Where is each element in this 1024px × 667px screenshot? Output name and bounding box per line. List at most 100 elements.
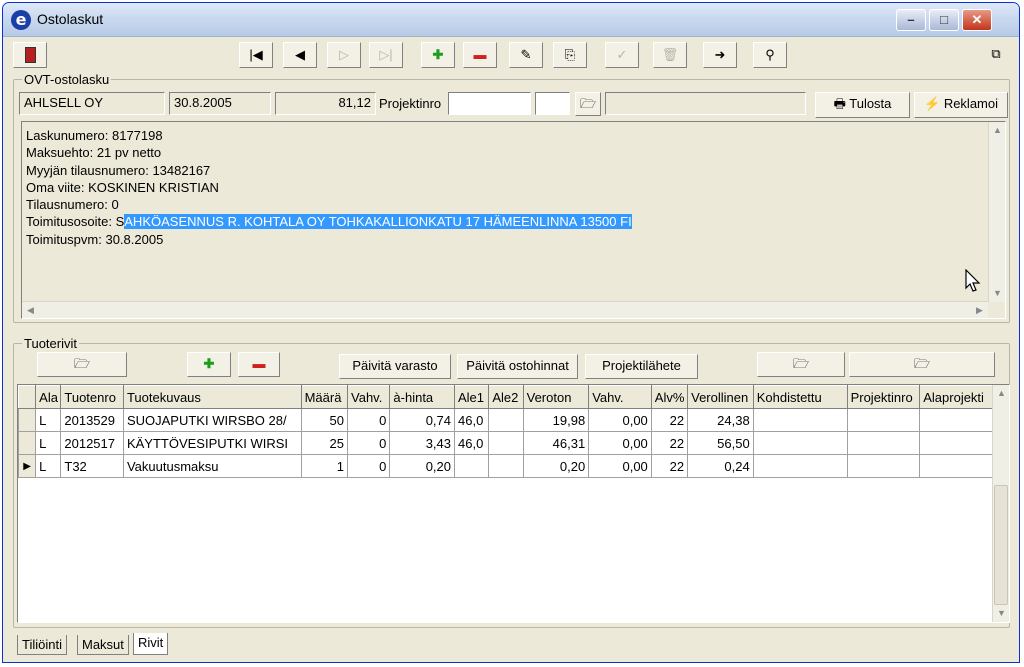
table-cell[interactable]: 2012517 [60, 431, 124, 455]
scroll-up-icon[interactable]: ▲ [993, 385, 1010, 402]
table-cell[interactable]: 3,43 [389, 431, 455, 455]
title-bar[interactable]: e Ostolaskut – □ ✕ [3, 3, 1019, 37]
table-cell[interactable] [488, 431, 524, 455]
table-cell[interactable]: 1 [300, 454, 349, 478]
scroll-down-icon[interactable]: ▼ [989, 285, 1006, 302]
column-header[interactable]: Ale1 [453, 385, 490, 409]
table-cell[interactable]: SUOJAPUTKI WIRSBO 28/ [122, 408, 302, 432]
column-header[interactable]: Ala [35, 385, 62, 409]
column-header[interactable]: Kohdistettu [752, 385, 848, 409]
project-send-button[interactable]: Projektilähete [585, 354, 698, 379]
table-cell[interactable]: Vakuutusmaksu [122, 454, 302, 478]
projektinro-input[interactable] [448, 92, 531, 115]
scroll-thumb[interactable] [994, 485, 1008, 605]
table-row[interactable]: ▶ L T32 Vakuutusmaksu 1 0 0,20 0,20 0,00… [17, 454, 993, 478]
table-cell[interactable]: 46,0 [453, 431, 490, 455]
delete-record-icon[interactable]: ▬ [463, 42, 497, 68]
table-cell[interactable]: 22 [650, 431, 689, 455]
folder-lookup-icon[interactable]: 🗁 [575, 92, 601, 116]
column-header[interactable]: à-hinta [389, 385, 455, 409]
table-cell[interactable] [919, 408, 993, 432]
current-row-indicator-icon[interactable]: ▶ [17, 454, 37, 478]
table-cell[interactable]: 46,0 [453, 408, 490, 432]
add-row-icon[interactable]: ✚ [187, 352, 231, 377]
update-stock-button[interactable]: Päivitä varasto [339, 354, 451, 379]
next-record-icon[interactable]: ▷ [327, 42, 361, 68]
table-cell[interactable]: 0,00 [588, 431, 652, 455]
minimize-button[interactable]: – [896, 9, 926, 31]
table-cell[interactable] [846, 431, 921, 455]
table-cell[interactable]: 0,20 [389, 454, 455, 478]
column-header[interactable]: Alv% [650, 385, 689, 409]
table-cell[interactable]: L [35, 408, 62, 432]
table-cell[interactable]: 0 [347, 408, 391, 432]
amount-field[interactable]: 81,12 [275, 92, 376, 115]
table-cell[interactable]: 2013529 [60, 408, 124, 432]
cascade-windows-icon[interactable]: ⧉ [981, 42, 1011, 68]
previous-record-icon[interactable]: ◀ [283, 42, 317, 68]
table-cell[interactable] [846, 454, 921, 478]
folder-icon[interactable]: 🗁 [757, 352, 845, 377]
scroll-down-icon[interactable]: ▼ [993, 605, 1010, 622]
table-cell[interactable]: 0,00 [588, 408, 652, 432]
complain-button[interactable]: ⚡ Reklamoi [914, 92, 1008, 118]
confirm-check-icon[interactable]: ✓ [605, 42, 639, 68]
table-cell[interactable]: 22 [650, 408, 689, 432]
table-cell[interactable] [752, 431, 848, 455]
table-cell[interactable] [488, 408, 524, 432]
column-header[interactable]: Määrä [300, 385, 349, 409]
table-cell[interactable] [752, 408, 848, 432]
table-cell[interactable]: 19,98 [522, 408, 590, 432]
column-header[interactable]: Tuotenro [60, 385, 124, 409]
column-header[interactable]: Alaprojekti [919, 385, 993, 409]
invoice-details-memo[interactable]: Laskunumero: 8177198 Maksuehto: 21 pv ne… [21, 121, 1006, 319]
table-cell[interactable] [488, 454, 524, 478]
table-cell[interactable]: 0 [347, 454, 391, 478]
scroll-left-icon[interactable]: ◀ [22, 302, 39, 319]
column-header[interactable]: Ale2 [488, 385, 524, 409]
export-document-icon[interactable]: ➜ [703, 42, 737, 68]
date-field[interactable]: 30.8.2005 [169, 92, 271, 115]
table-cell[interactable]: L [35, 431, 62, 455]
table-row[interactable]: L 2012517 KÄYTTÖVESIPUTKI WIRSI 25 0 3,4… [17, 431, 993, 455]
table-cell[interactable] [919, 454, 993, 478]
edit-pencil-icon[interactable]: ✎ [509, 42, 543, 68]
table-cell[interactable] [919, 431, 993, 455]
table-cell[interactable]: 50 [300, 408, 349, 432]
table-cell[interactable]: L [35, 454, 62, 478]
column-header[interactable]: Veroton [522, 385, 590, 409]
table-cell[interactable]: 0 [347, 431, 391, 455]
column-header[interactable]: Projektinro [846, 385, 921, 409]
column-header[interactable]: Tuotekuvaus [122, 385, 302, 409]
subproject-input[interactable] [535, 92, 570, 115]
print-button[interactable]: 🖶 Tulosta [815, 92, 910, 118]
table-cell[interactable]: 0,74 [389, 408, 455, 432]
table-cell[interactable] [846, 408, 921, 432]
scroll-right-icon[interactable]: ▶ [971, 302, 988, 319]
product-rows-table[interactable]: Ala Tuotenro Tuotekuvaus Määrä Vahv. à-h… [17, 384, 1010, 623]
folder-open-icon[interactable]: 🗁 [37, 352, 127, 377]
update-prices-button[interactable]: Päivitä ostohinnat [457, 354, 578, 379]
trash-icon[interactable]: 🗑 [653, 42, 687, 68]
column-header[interactable]: Vahv. [347, 385, 391, 409]
table-cell[interactable]: 0,00 [588, 454, 652, 478]
table-cell[interactable]: KÄYTTÖVESIPUTKI WIRSI [122, 431, 302, 455]
tab-rivit[interactable]: Rivit [133, 633, 169, 655]
first-record-icon[interactable]: |◀ [239, 42, 273, 68]
supplier-field[interactable]: AHLSELL OY [19, 92, 165, 115]
row-indicator[interactable] [17, 431, 37, 455]
table-cell[interactable] [453, 454, 490, 478]
close-button[interactable]: ✕ [962, 9, 992, 31]
column-header[interactable]: Verollinen [687, 385, 754, 409]
memo-horizontal-scrollbar[interactable]: ◀ ▶ [22, 301, 988, 318]
row-indicator[interactable] [17, 408, 37, 432]
table-cell[interactable]: T32 [60, 454, 124, 478]
add-record-icon[interactable]: ✚ [421, 42, 455, 68]
last-record-icon[interactable]: ▷| [369, 42, 403, 68]
table-row[interactable]: L 2013529 SUOJAPUTKI WIRSBO 28/ 50 0 0,7… [17, 408, 993, 432]
maximize-button[interactable]: □ [929, 9, 959, 31]
column-header[interactable]: Vahv. [588, 385, 652, 409]
search-icon[interactable]: ⚲ [753, 42, 787, 68]
table-cell[interactable]: 46,31 [522, 431, 590, 455]
table-cell[interactable]: 22 [650, 454, 689, 478]
